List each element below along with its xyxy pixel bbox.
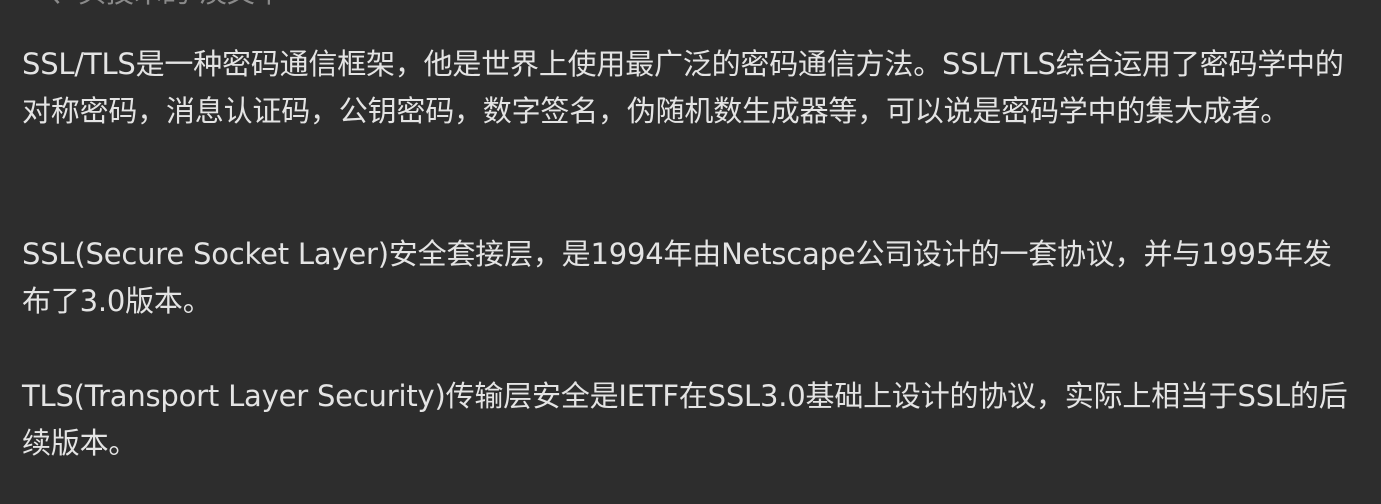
paragraph-ssl-tls-overview: SSL/TLS是一种密码通信框架，他是世界上使用最广泛的密码通信方法。SSL/T…	[22, 47, 1344, 128]
article-page: 一、头技术的·淡文本 SSL/TLS是一种密码通信框架，他是世界上使用最广泛的密…	[0, 0, 1381, 504]
paragraph-ssl-definition: SSL(Secure Socket Layer)安全套接层，是1994年由Net…	[22, 237, 1332, 318]
paragraph-tls-definition: TLS(Transport Layer Security)传输层安全是IETF在…	[22, 379, 1348, 460]
section-heading-partial: 一、头技术的·淡文本	[22, 0, 283, 8]
